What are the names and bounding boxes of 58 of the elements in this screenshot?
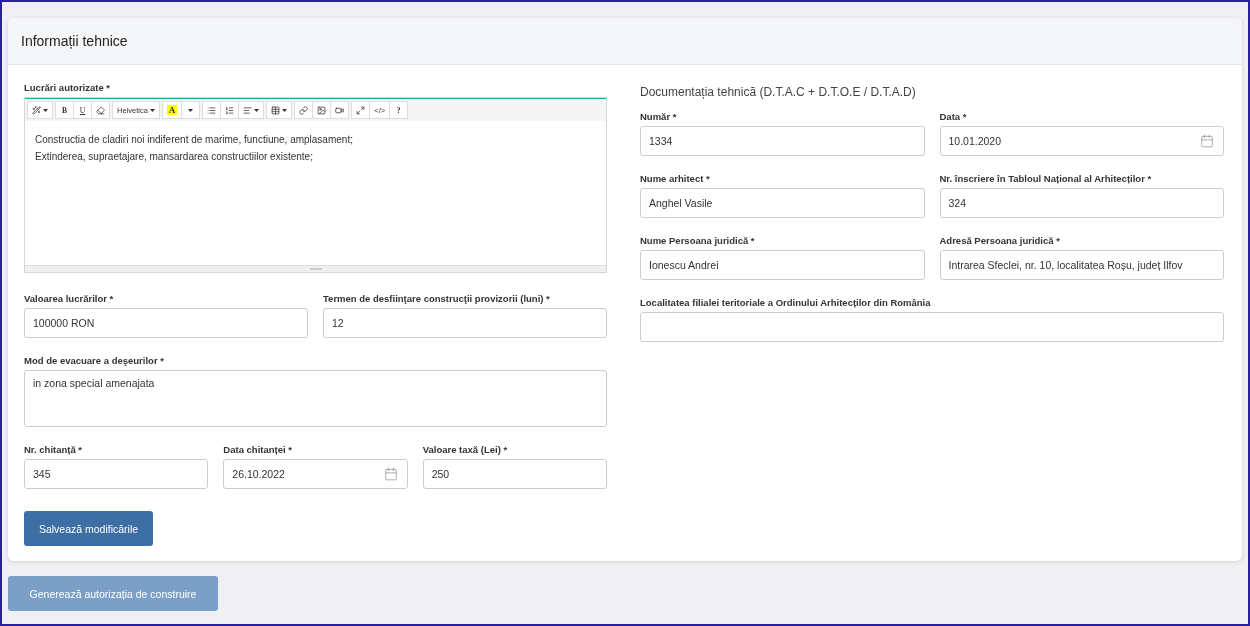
input-field[interactable]: Ionescu Andrei [640,250,925,280]
field-label: Mod de evacuare a deşeurilor * [24,355,165,366]
resize-handle[interactable] [25,265,606,272]
input-field[interactable]: 1334 [640,126,925,156]
fullscreen-icon [356,105,366,115]
input-field[interactable]: 345 [24,459,209,489]
editor-text: Constructia de cladiri noi indiferent de marime, functiune, amplasament; [35,133,354,147]
toolbar-button[interactable] [91,101,110,119]
field-label: Nume arhitect * [640,173,711,184]
date-field[interactable]: 26.10.2022 [223,459,408,489]
numbered-list-icon [225,105,235,115]
input-field[interactable]: 250 [422,459,607,489]
picture-icon [317,105,327,115]
field-label: Valoare taxă (Lei) * [422,444,509,455]
field-label: Data * [939,111,968,122]
card-title: Informații tehnice [21,33,128,49]
magic-wand-icon [32,105,41,115]
toolbar-button[interactable] [266,101,293,119]
video-icon [335,105,345,115]
input-field[interactable]: 12 [323,308,607,338]
toolbar-button[interactable] [27,101,53,119]
caret-icon [43,108,48,112]
toolbar-button[interactable]: A [161,101,183,119]
text-color-icon: A [166,105,178,115]
caret-icon [188,108,194,112]
field-label: Valoarea lucrărilor * [24,293,115,304]
date-field[interactable]: 10.01.2020 [939,126,1224,156]
calendar-icon [383,467,398,481]
toolbar-button[interactable] [181,101,201,119]
caret-icon [282,108,288,112]
field-label: Lucrări autorizate * [24,82,112,93]
calendar-icon [1200,134,1214,148]
link-icon [299,105,309,115]
editor-text: Extinderea, supraetajare, mansardarea constructiilor existente; [35,150,314,164]
eraser-icon [96,105,105,115]
text-area[interactable]: in zona special amenajata [24,370,607,427]
section-title: Documentația tehnică (D.T.A.C + D.T.O.E / D.T.A.D) [640,85,917,99]
field-label: Număr * [640,111,678,122]
input-field[interactable] [640,312,1224,342]
toolbar-button[interactable] [238,101,265,119]
toolbar-button[interactable] [330,101,350,119]
save-button[interactable]: Salvează modificările [24,511,153,546]
input-field[interactable]: 324 [939,188,1224,218]
input-field[interactable]: Anghel Vasile [640,188,925,218]
align-icon [243,105,253,115]
caret-icon [149,108,155,112]
bulleted-list-icon [207,105,217,115]
table-icon [271,105,281,115]
input-field[interactable]: Intrarea Sfeclei, nr. 10, localitatea Roșu, județ Ilfov [939,250,1224,280]
field-label: Nr. chitanță * [24,444,84,455]
input-field[interactable]: 100000 RON [24,308,308,338]
field-label: Adresă Persoana juridică * [939,235,1061,246]
caret-icon [254,108,260,112]
field-label: Termen de desfiinţare construcţii provizorii (luni) * [323,293,551,304]
field-label: Nr. înscriere în Tabloul Național al Arhitecților * [939,173,1153,184]
field-label: Localitatea filialei teritoriale a Ordinului Arhitecților din România [640,297,932,308]
field-label: Nume Persoana juridică * [640,235,756,246]
field-label: Data chitanței * [223,444,293,455]
